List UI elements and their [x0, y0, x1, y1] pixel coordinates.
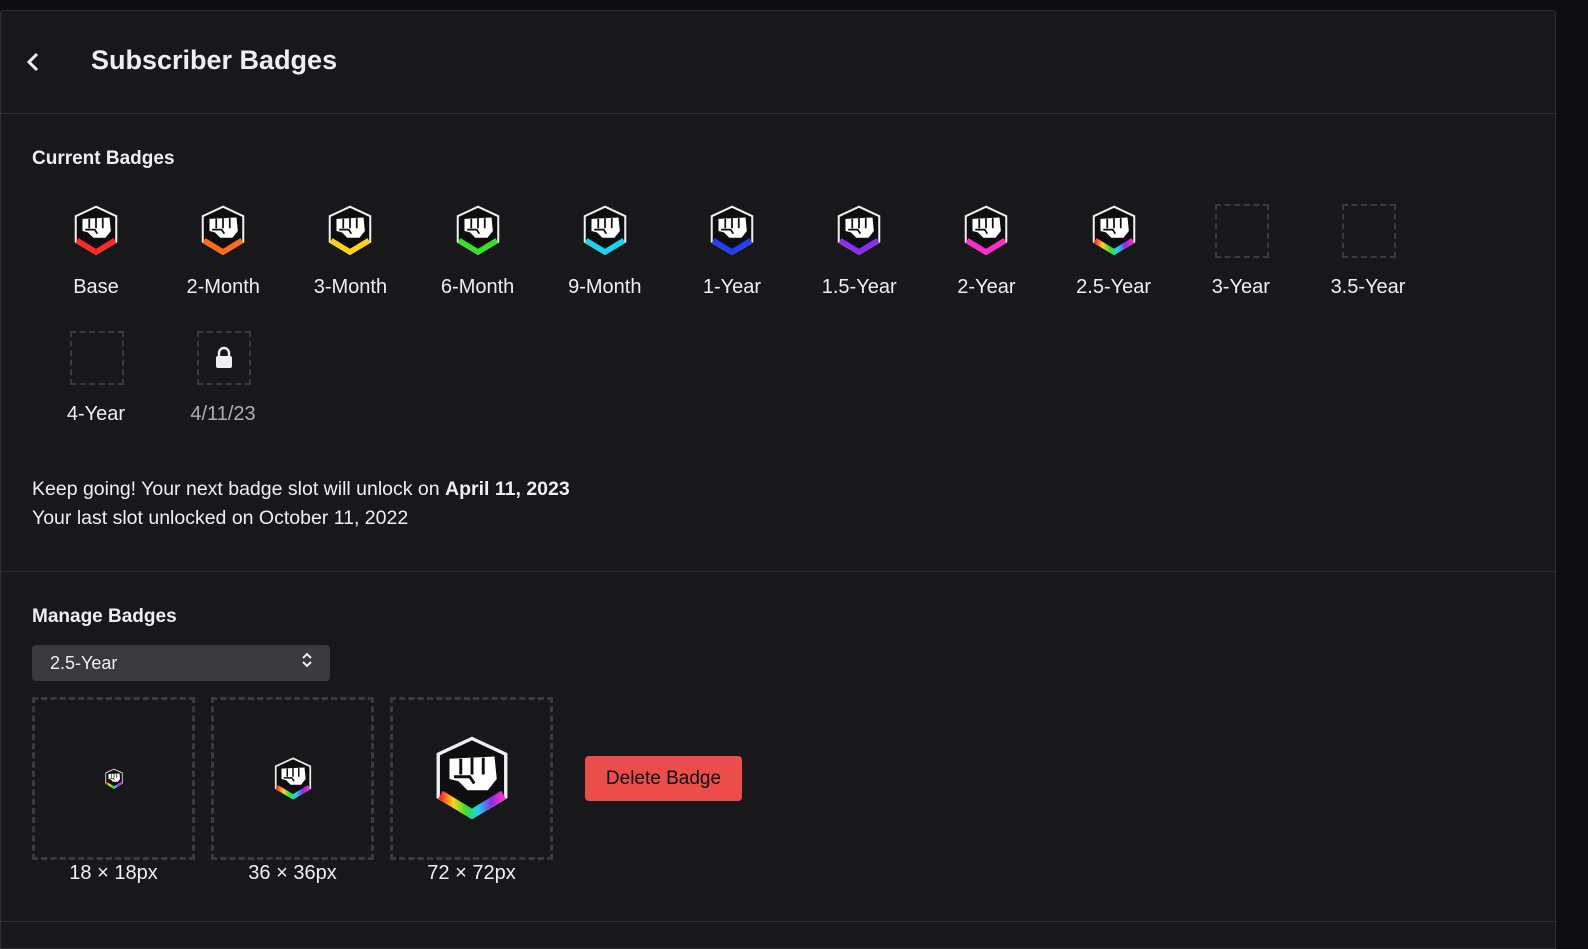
badge-label: 3.5-Year: [1330, 276, 1406, 298]
preview-size-label-72: 72 × 72px: [427, 862, 516, 884]
next-unlock-text: Keep going! Your next badge slot will un…: [32, 478, 446, 500]
subscriber-badges-panel: Subscriber Badges Current Badges Base 2-…: [0, 10, 1556, 949]
badge-label: 9-Month: [568, 276, 642, 298]
badge-2-month[interactable]: 2-Month: [163, 204, 283, 304]
badge-fist-icon: [196, 204, 250, 258]
badge-label: 6-Month: [440, 276, 515, 298]
badge-6-month[interactable]: 6-Month: [418, 204, 538, 304]
badge-label: 4/11/23: [190, 403, 256, 425]
page-title: Subscriber Badges: [91, 45, 338, 75]
badge-label: 4-Year: [66, 403, 126, 425]
bottom-divider: [1, 921, 1555, 922]
current-badges-title: Current Badges: [32, 148, 175, 169]
badge-label: 3-Month: [313, 276, 388, 298]
section-divider: [1, 571, 1555, 572]
badge-2-5-year[interactable]: 2.5-Year: [1054, 204, 1174, 304]
badge-3-month[interactable]: 3-Month: [290, 204, 410, 304]
badge-3-year[interactable]: 3-Year: [1181, 204, 1301, 304]
badge-fist-icon: [1087, 204, 1141, 258]
badge-preview-72[interactable]: [390, 697, 553, 860]
badge-fist-icon: [69, 204, 123, 258]
back-button[interactable]: [19, 48, 47, 76]
badge-label: 1-Year: [702, 276, 762, 298]
next-unlock-date: April 11, 2023: [445, 478, 570, 500]
badge-preview-18[interactable]: [32, 697, 195, 860]
badge-base[interactable]: Base: [36, 204, 156, 304]
page-header: Subscriber Badges: [1, 11, 1555, 114]
badge-1-5-year[interactable]: 1.5-Year: [799, 204, 919, 304]
unlock-info: Keep going! Your next badge slot will un…: [32, 475, 570, 533]
badge-fist-icon: [705, 204, 759, 258]
badge-tier-select[interactable]: 2.5-Year: [32, 645, 330, 681]
delete-badge-button[interactable]: Delete Badge: [585, 756, 742, 801]
badge-3-5-year[interactable]: 3.5-Year: [1308, 204, 1428, 304]
last-unlock-line: Your last slot unlocked on October 11, 2…: [32, 507, 409, 529]
badge-label: 2-Month: [186, 276, 260, 298]
badge-fist-icon: [451, 204, 505, 258]
badge-label: 2.5-Year: [1076, 276, 1152, 298]
chevron-up-down-icon: [302, 652, 312, 669]
badge-4-11-23[interactable]: 4/11/23: [163, 331, 283, 431]
badge-fist-icon: [103, 768, 125, 790]
chevron-left-icon: [26, 52, 39, 72]
next-unlock-line: Keep going! Your next badge slot will un…: [32, 475, 570, 504]
badge-4-year[interactable]: 4-Year: [36, 331, 156, 431]
badge-fist-icon: [427, 734, 517, 824]
badge-1-year[interactable]: 1-Year: [672, 204, 792, 304]
badge-fist-icon: [959, 204, 1013, 258]
preview-size-label-18: 18 × 18px: [69, 862, 158, 884]
manage-badges-title: Manage Badges: [32, 606, 177, 627]
badge-fist-icon: [832, 204, 886, 258]
badge-9-month[interactable]: 9-Month: [545, 204, 665, 304]
lock-icon: [197, 331, 251, 385]
empty-badge-slot: [1342, 204, 1396, 258]
empty-badge-slot: [1214, 204, 1269, 258]
badge-2-year[interactable]: 2-Year: [926, 204, 1046, 304]
badge-preview-36[interactable]: [211, 697, 374, 860]
badge-fist-icon: [578, 204, 632, 258]
badge-label: 3-Year: [1211, 276, 1270, 298]
badge-label: Base: [73, 276, 119, 298]
preview-size-label-36: 36 × 36px: [248, 862, 337, 884]
badge-fist-icon: [323, 204, 377, 258]
empty-badge-slot: [70, 331, 124, 385]
badge-tier-selected: 2.5-Year: [50, 652, 118, 673]
badge-fist-icon: [270, 756, 316, 802]
badge-label: 2-Year: [957, 276, 1016, 298]
badge-label: 1.5-Year: [821, 276, 897, 298]
